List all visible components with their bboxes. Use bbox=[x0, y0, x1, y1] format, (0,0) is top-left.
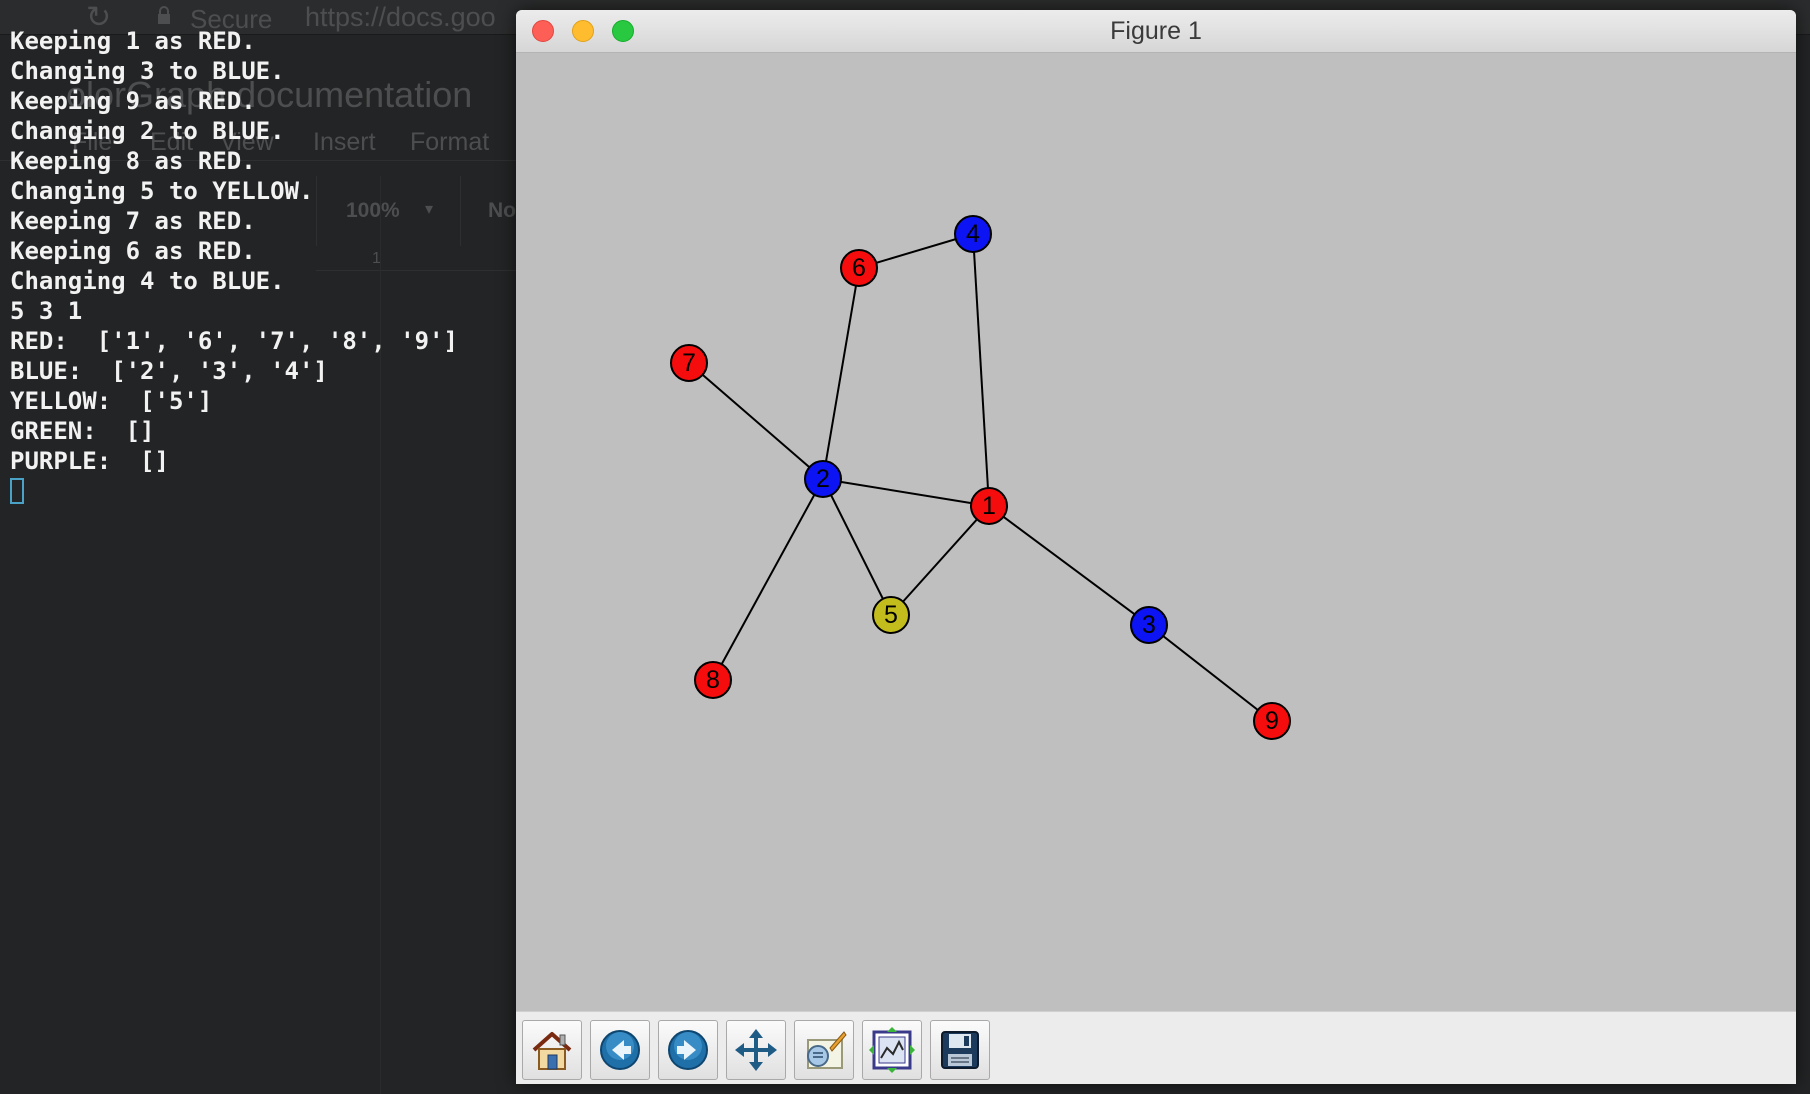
graph-plot: 1 2 3 4 5 6 7 8 9 bbox=[670, 215, 1291, 740]
figure-canvas[interactable]: 1 2 3 4 5 6 7 8 9 bbox=[516, 53, 1796, 1011]
home-button[interactable] bbox=[522, 1020, 582, 1080]
forward-button[interactable] bbox=[658, 1020, 718, 1080]
subplots-icon bbox=[869, 1027, 915, 1073]
terminal-line: Keeping 8 as RED. bbox=[10, 147, 256, 175]
graph-edge-4-1 bbox=[972, 233, 990, 507]
graph-edge-7-2 bbox=[688, 362, 824, 480]
terminal-output: Keeping 1 as RED. Changing 3 to BLUE. Ke… bbox=[10, 26, 458, 476]
graph-node-label-6: 6 bbox=[852, 254, 866, 282]
window-title: Figure 1 bbox=[1110, 17, 1202, 45]
pan-icon bbox=[735, 1029, 777, 1071]
terminal-cursor bbox=[10, 478, 24, 504]
graph-edge-2-8 bbox=[712, 478, 824, 681]
terminal-line: Changing 3 to BLUE. bbox=[10, 57, 285, 85]
graph-node-label-9: 9 bbox=[1265, 707, 1279, 735]
terminal-line: BLUE: ['2', '3', '4'] bbox=[10, 357, 328, 385]
back-arrow-icon bbox=[600, 1030, 640, 1070]
graph-node-label-5: 5 bbox=[884, 601, 898, 629]
terminal-line: RED: ['1', '6', '7', '8', '9'] bbox=[10, 327, 458, 355]
terminal-line: PURPLE: [] bbox=[10, 447, 169, 475]
graph-edge-2-1 bbox=[822, 478, 990, 507]
terminal-line: GREEN: [] bbox=[10, 417, 155, 445]
graph-node-label-8: 8 bbox=[706, 666, 720, 694]
terminal-line: Keeping 6 as RED. bbox=[10, 237, 256, 265]
terminal-line: Keeping 1 as RED. bbox=[10, 27, 256, 55]
graph-node-label-1: 1 bbox=[982, 492, 996, 520]
terminal-line: Changing 4 to BLUE. bbox=[10, 267, 285, 295]
graph-edge-1-3 bbox=[988, 505, 1150, 626]
subplots-button[interactable] bbox=[862, 1020, 922, 1080]
home-icon bbox=[532, 1032, 572, 1070]
graph-node-label-4: 4 bbox=[966, 220, 980, 248]
terminal-line: Keeping 7 as RED. bbox=[10, 207, 256, 235]
graph-edge-6-2 bbox=[822, 267, 860, 480]
graph-edge-2-5 bbox=[822, 478, 892, 616]
terminal-line: Keeping 9 as RED. bbox=[10, 87, 256, 115]
save-button[interactable] bbox=[930, 1020, 990, 1080]
figure-toolbar bbox=[516, 1011, 1796, 1084]
save-disk-icon bbox=[941, 1031, 979, 1069]
graph-edge-5-1 bbox=[890, 505, 990, 616]
terminal-line: 5 3 1 bbox=[10, 297, 83, 325]
zoom-rect-icon bbox=[807, 1031, 847, 1069]
pan-button[interactable] bbox=[726, 1020, 786, 1080]
terminal-line: Changing 5 to YELLOW. bbox=[10, 177, 314, 205]
graph-node-label-7: 7 bbox=[682, 349, 696, 377]
terminal-line: YELLOW: ['5'] bbox=[10, 387, 213, 415]
back-button[interactable] bbox=[590, 1020, 650, 1080]
graph-node-label-3: 3 bbox=[1142, 611, 1156, 639]
zoom-button[interactable] bbox=[794, 1020, 854, 1080]
window-titlebar[interactable]: Figure 1 bbox=[516, 10, 1796, 53]
forward-arrow-icon bbox=[668, 1030, 708, 1070]
graph-edge-3-9 bbox=[1148, 624, 1273, 722]
terminal[interactable]: Keeping 1 as RED. Changing 3 to BLUE. Ke… bbox=[0, 0, 520, 1094]
terminal-line: Changing 2 to BLUE. bbox=[10, 117, 285, 145]
figure-window[interactable]: Figure 1 1 2 3 4 5 6 7 8 9 bbox=[516, 10, 1796, 1084]
graph-node-label-2: 2 bbox=[816, 465, 830, 493]
